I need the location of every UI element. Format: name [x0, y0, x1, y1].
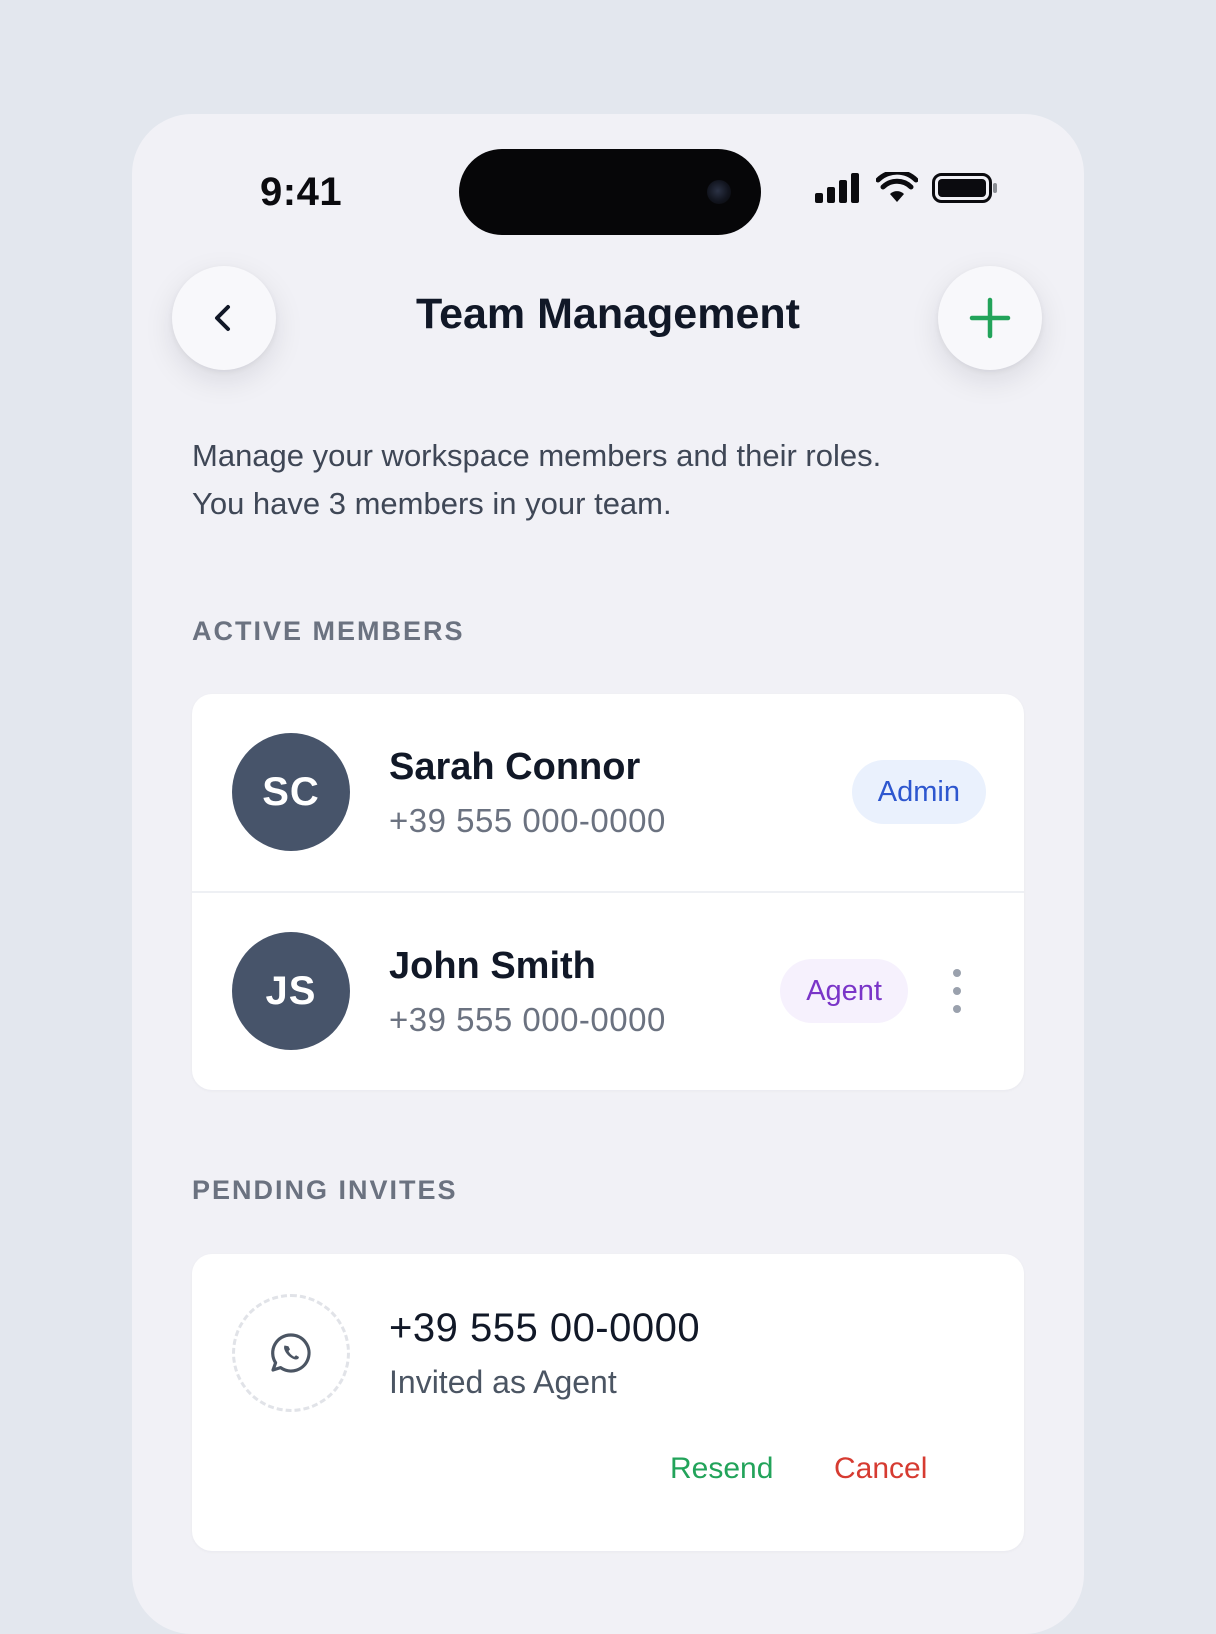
camera-lens — [707, 180, 731, 204]
invite-avatar — [232, 1294, 350, 1412]
wifi-icon — [876, 172, 918, 202]
cancel-invite-button[interactable]: Cancel — [834, 1452, 927, 1486]
page-description: Manage your workspace members and their … — [192, 432, 1032, 528]
member-phone: +39 555 000-0000 — [389, 1001, 666, 1038]
avatar: SC — [232, 733, 350, 851]
active-members-card: SC Sarah Connor +39 555 000-0000 Admin J… — [192, 694, 1024, 1090]
phone-frame: 9:41 Team Management Manage your workspa… — [132, 114, 1084, 1634]
status-icons — [814, 172, 998, 204]
pending-invite-card: +39 555 00-0000 Invited as Agent Resend … — [192, 1254, 1024, 1551]
cellular-signal-icon — [815, 173, 859, 203]
member-phone: +39 555 000-0000 — [389, 802, 666, 839]
avatar: JS — [232, 932, 350, 1050]
invite-phone: +39 555 00-0000 — [389, 1306, 701, 1350]
plus-icon — [969, 297, 1011, 339]
add-member-button[interactable] — [938, 266, 1042, 370]
member-name: John Smith — [389, 945, 596, 987]
resend-button[interactable]: Resend — [670, 1452, 773, 1486]
member-name: Sarah Connor — [389, 746, 641, 788]
member-row-sarah-connor[interactable]: SC Sarah Connor +39 555 000-0000 Admin — [192, 694, 1024, 891]
more-options-icon[interactable] — [942, 969, 972, 1013]
description-line-1: Manage your workspace members and their … — [192, 438, 882, 473]
description-line-2: You have 3 members in your team. — [192, 486, 672, 521]
role-badge-agent: Agent — [780, 959, 908, 1023]
pending-invites-heading: PENDING INVITES — [192, 1175, 458, 1205]
status-time: 9:41 — [260, 170, 343, 214]
whatsapp-icon — [271, 1333, 311, 1373]
battery-icon — [932, 173, 997, 203]
member-row-john-smith[interactable]: JS John Smith +39 555 000-0000 Agent — [192, 891, 1024, 1090]
role-badge-admin: Admin — [851, 760, 986, 824]
invite-role: Invited as Agent — [389, 1364, 617, 1400]
active-members-heading: ACTIVE MEMBERS — [192, 616, 465, 646]
dynamic-island — [459, 149, 761, 235]
